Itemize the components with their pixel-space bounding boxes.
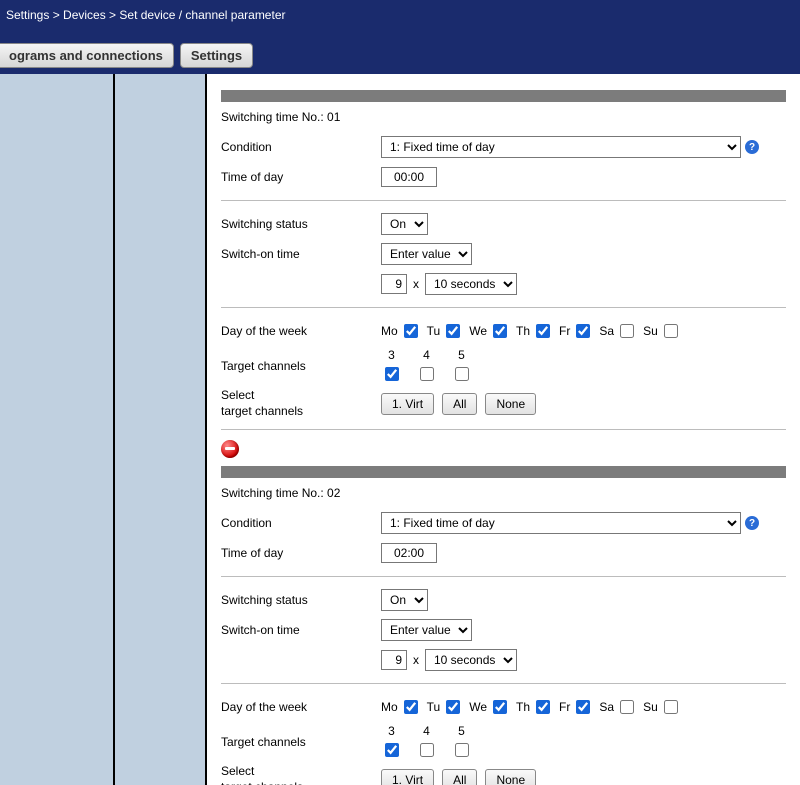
chan-4-label: 4	[423, 724, 430, 738]
day-we-checkbox[interactable]	[493, 700, 507, 714]
switch-on-time-label: Switch-on time	[221, 623, 381, 637]
day-mo-checkbox[interactable]	[404, 700, 418, 714]
multiplier-input[interactable]	[381, 274, 407, 294]
day-tu-label: Tu	[427, 324, 441, 338]
chan-5-label: 5	[458, 724, 465, 738]
day-th-checkbox[interactable]	[536, 700, 550, 714]
day-we-label: We	[469, 324, 487, 338]
target-channels-label: Target channels	[221, 359, 381, 373]
chan-3-label: 3	[388, 724, 395, 738]
day-sa-checkbox[interactable]	[620, 324, 634, 338]
day-tu-checkbox[interactable]	[446, 324, 460, 338]
condition-select[interactable]: 1: Fixed time of day	[381, 136, 741, 158]
day-tu-label: Tu	[427, 700, 441, 714]
chan-5-label: 5	[458, 348, 465, 362]
help-icon[interactable]: ?	[745, 140, 759, 154]
switch-on-time-label: Switch-on time	[221, 247, 381, 261]
condition-select[interactable]: 1: Fixed time of day	[381, 512, 741, 534]
target-channels-group: 3 4 5	[381, 724, 472, 760]
chan-3-checkbox[interactable]	[385, 743, 399, 757]
day-su-label: Su	[643, 324, 658, 338]
select-target-channels-label: Select target channels	[221, 764, 381, 785]
target-channels-group: 3 4 5	[381, 348, 472, 384]
chan-3-checkbox[interactable]	[385, 367, 399, 381]
day-sa-checkbox[interactable]	[620, 700, 634, 714]
stop-icon[interactable]	[221, 440, 239, 458]
all-button[interactable]: All	[442, 769, 477, 785]
chan-5-checkbox[interactable]	[455, 743, 469, 757]
switching-time-title: Switching time No.: 02	[221, 486, 786, 500]
left-panel	[0, 74, 115, 785]
multiply-symbol: x	[413, 653, 419, 667]
top-bar: Settings > Devices > Set device / channe…	[0, 0, 800, 74]
chan-4-checkbox[interactable]	[420, 743, 434, 757]
tab-programs-connections[interactable]: ograms and connections	[0, 43, 174, 68]
multiplier-input[interactable]	[381, 650, 407, 670]
separator	[221, 429, 786, 430]
day-mo-label: Mo	[381, 700, 398, 714]
none-button[interactable]: None	[485, 393, 536, 415]
multiply-symbol: x	[413, 277, 419, 291]
time-of-day-input[interactable]	[381, 167, 437, 187]
separator	[221, 200, 786, 201]
switching-status-select[interactable]: On	[381, 589, 428, 611]
section-divider-bar	[221, 466, 786, 478]
tab-row: ograms and connections Settings	[0, 43, 253, 68]
section-divider-bar	[221, 90, 786, 102]
tab-settings[interactable]: Settings	[180, 43, 253, 68]
day-of-week-label: Day of the week	[221, 324, 381, 338]
switching-status-label: Switching status	[221, 593, 381, 607]
time-of-day-label: Time of day	[221, 170, 381, 184]
help-icon[interactable]: ?	[745, 516, 759, 530]
switch-on-time-select[interactable]: Enter value	[381, 619, 472, 641]
day-th-label: Th	[516, 700, 530, 714]
none-button[interactable]: None	[485, 769, 536, 785]
first-virt-button[interactable]: 1. Virt	[381, 393, 434, 415]
separator	[221, 307, 786, 308]
day-fr-checkbox[interactable]	[576, 700, 590, 714]
day-fr-label: Fr	[559, 700, 570, 714]
day-th-checkbox[interactable]	[536, 324, 550, 338]
separator	[221, 576, 786, 577]
day-mo-checkbox[interactable]	[404, 324, 418, 338]
day-of-week-label: Day of the week	[221, 700, 381, 714]
first-virt-button[interactable]: 1. Virt	[381, 769, 434, 785]
chan-4-label: 4	[423, 348, 430, 362]
day-of-week-group: Mo Tu We Th Fr Sa Su	[381, 321, 681, 341]
target-channels-label: Target channels	[221, 735, 381, 749]
day-of-week-group: Mo Tu We Th Fr Sa Su	[381, 697, 681, 717]
day-we-label: We	[469, 700, 487, 714]
unit-select[interactable]: 10 seconds	[425, 649, 517, 671]
day-su-checkbox[interactable]	[664, 324, 678, 338]
switching-status-label: Switching status	[221, 217, 381, 231]
select-target-channels-label: Select target channels	[221, 388, 381, 419]
time-of-day-input[interactable]	[381, 543, 437, 563]
separator	[221, 683, 786, 684]
day-fr-label: Fr	[559, 324, 570, 338]
chan-5-checkbox[interactable]	[455, 367, 469, 381]
day-we-checkbox[interactable]	[493, 324, 507, 338]
day-th-label: Th	[516, 324, 530, 338]
day-su-label: Su	[643, 700, 658, 714]
chan-4-checkbox[interactable]	[420, 367, 434, 381]
switching-status-select[interactable]: On	[381, 213, 428, 235]
condition-label: Condition	[221, 140, 381, 154]
day-sa-label: Sa	[599, 324, 614, 338]
day-sa-label: Sa	[599, 700, 614, 714]
unit-select[interactable]: 10 seconds	[425, 273, 517, 295]
mid-gap	[115, 74, 205, 785]
all-button[interactable]: All	[442, 393, 477, 415]
time-of-day-label: Time of day	[221, 546, 381, 560]
condition-label: Condition	[221, 516, 381, 530]
day-mo-label: Mo	[381, 324, 398, 338]
day-tu-checkbox[interactable]	[446, 700, 460, 714]
switch-on-time-select[interactable]: Enter value	[381, 243, 472, 265]
content-panel: Switching time No.: 01 Condition 1: Fixe…	[205, 74, 800, 785]
breadcrumb: Settings > Devices > Set device / channe…	[0, 0, 800, 30]
day-fr-checkbox[interactable]	[576, 324, 590, 338]
switching-time-title: Switching time No.: 01	[221, 110, 786, 124]
chan-3-label: 3	[388, 348, 395, 362]
day-su-checkbox[interactable]	[664, 700, 678, 714]
